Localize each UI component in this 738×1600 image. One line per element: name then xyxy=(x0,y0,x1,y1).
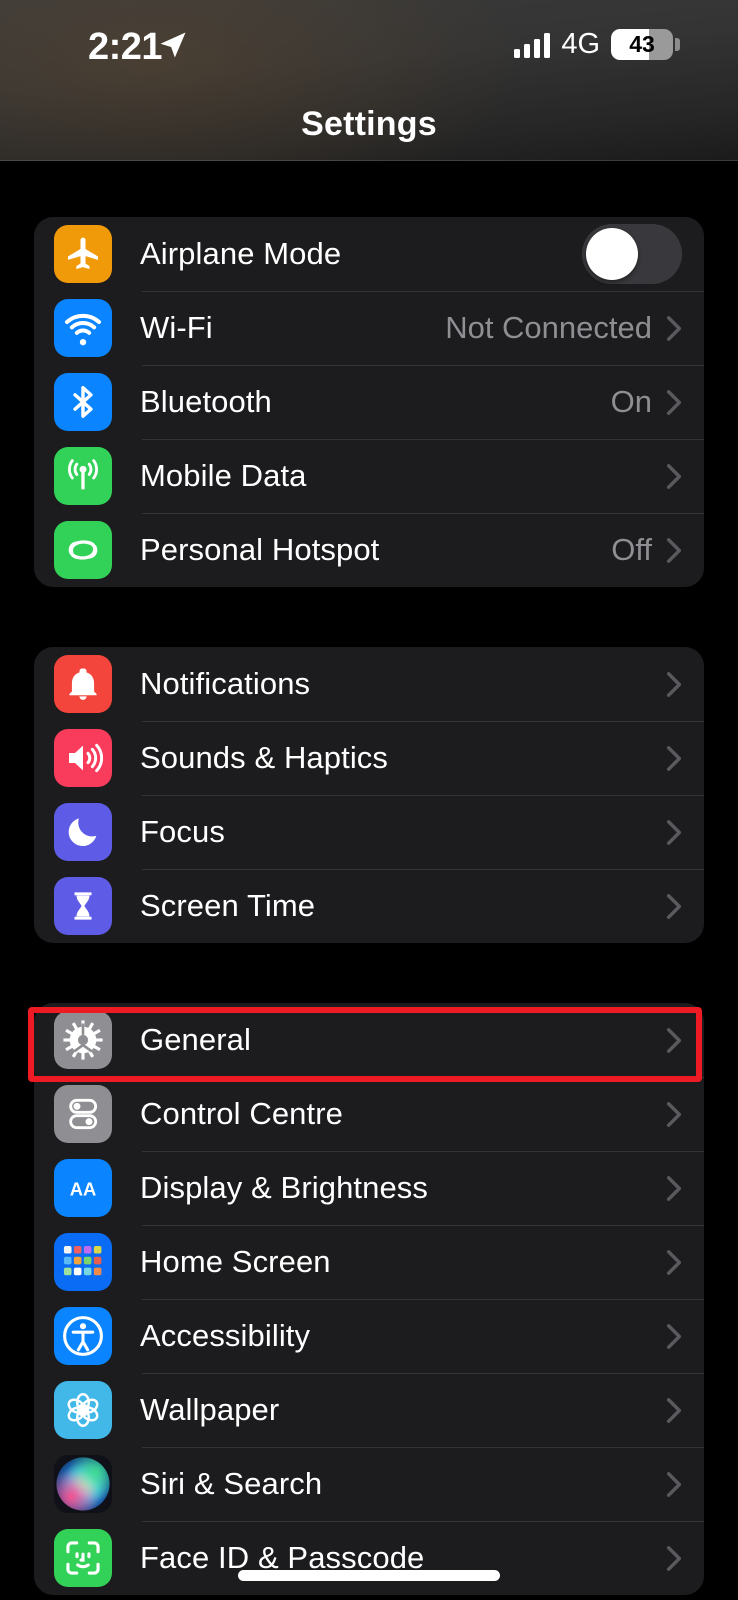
settings-row-label: Accessibility xyxy=(140,1318,311,1353)
chevron-right-icon xyxy=(666,315,682,342)
bluetooth-icon xyxy=(54,373,112,431)
speaker-icon xyxy=(54,729,112,787)
svg-text:AA: AA xyxy=(70,1178,97,1199)
chevron-right-icon xyxy=(666,389,682,416)
chevron-right-icon xyxy=(666,537,682,564)
settings-row-label: Notifications xyxy=(140,666,311,701)
chevron-right-icon xyxy=(666,1027,682,1054)
settings-row-wi-fi[interactable]: Wi-Fi Not Connected xyxy=(34,291,704,365)
battery-percent-label: 43 xyxy=(629,31,655,57)
settings-row-label: Control Centre xyxy=(140,1096,343,1131)
accessibility-person-icon xyxy=(54,1307,112,1365)
settings-group-alerts: Notifications Sounds & Haptics Focus Screen… xyxy=(34,647,704,943)
settings-row-label: Bluetooth xyxy=(140,384,272,419)
status-time: 2:21 xyxy=(88,26,163,68)
chevron-right-icon xyxy=(666,893,682,920)
chevron-right-icon xyxy=(666,745,682,772)
wifi-icon xyxy=(54,299,112,357)
chevron-right-icon xyxy=(666,463,682,490)
location-arrow-icon xyxy=(158,29,188,61)
settings-row-value: On xyxy=(610,384,652,419)
home-indicator[interactable] xyxy=(238,1570,500,1581)
chevron-right-icon xyxy=(666,1323,682,1350)
control-centre-toggles-icon xyxy=(54,1085,112,1143)
settings-row-airplane-mode[interactable]: Airplane Mode xyxy=(34,217,704,291)
moon-icon xyxy=(54,803,112,861)
settings-row-label: Screen Time xyxy=(140,888,316,923)
hourglass-icon xyxy=(54,877,112,935)
settings-row-label: Sounds & Haptics xyxy=(140,740,389,775)
settings-row-label: Display & Brightness xyxy=(140,1170,429,1205)
settings-row-label: Siri & Search xyxy=(140,1466,323,1501)
chevron-right-icon xyxy=(666,1397,682,1424)
bell-icon xyxy=(54,655,112,713)
chevron-right-icon xyxy=(666,1101,682,1128)
settings-row-label: Focus xyxy=(140,814,225,849)
settings-row-accessibility[interactable]: Accessibility xyxy=(34,1299,704,1373)
settings-row-siri-search[interactable]: Siri & Search xyxy=(34,1447,704,1521)
chevron-right-icon xyxy=(666,1545,682,1572)
app-grid-icon xyxy=(54,1233,112,1291)
settings-group-connectivity: Airplane Mode Wi-Fi Not Connected Bluetooth… xyxy=(34,217,704,587)
settings-row-control-centre[interactable]: Control Centre xyxy=(34,1077,704,1151)
settings-row-face-id-passcode[interactable]: Face ID & Passcode xyxy=(34,1521,704,1595)
settings-row-bluetooth[interactable]: Bluetooth On xyxy=(34,365,704,439)
chevron-right-icon xyxy=(666,1175,682,1202)
settings-row-label: Mobile Data xyxy=(140,458,307,493)
settings-row-sounds-haptics[interactable]: Sounds & Haptics xyxy=(34,721,704,795)
settings-list[interactable]: Airplane Mode Wi-Fi Not Connected Bluetooth… xyxy=(0,161,738,1600)
antenna-icon xyxy=(54,447,112,505)
face-id-icon xyxy=(54,1529,112,1587)
battery-body: 43 xyxy=(611,29,673,60)
chevron-right-icon xyxy=(666,1249,682,1276)
settings-row-screen-time[interactable]: Screen Time xyxy=(34,869,704,943)
settings-row-focus[interactable]: Focus xyxy=(34,795,704,869)
page-title: Settings xyxy=(301,105,437,143)
gear-icon xyxy=(54,1011,112,1069)
settings-row-label: Home Screen xyxy=(140,1244,331,1279)
settings-row-mobile-data[interactable]: Mobile Data xyxy=(34,439,704,513)
settings-screen: Settings 2:21 4G 43 Airplane Mode Wi-Fi No… xyxy=(0,0,738,1600)
settings-row-label: Airplane Mode xyxy=(140,236,342,271)
network-type-label: 4G xyxy=(561,28,600,60)
settings-row-display-brightness[interactable]: AA Display & Brightness xyxy=(34,1151,704,1225)
settings-row-label: General xyxy=(140,1022,251,1057)
settings-row-label: Personal Hotspot xyxy=(140,532,380,567)
settings-row-general[interactable]: General xyxy=(34,1003,704,1077)
toggle-knob xyxy=(586,228,638,280)
settings-row-label: Wallpaper xyxy=(140,1392,280,1427)
hotspot-link-icon xyxy=(54,521,112,579)
airplane-icon xyxy=(54,225,112,283)
chevron-right-icon xyxy=(666,671,682,698)
chevron-right-icon xyxy=(666,819,682,846)
settings-row-notifications[interactable]: Notifications xyxy=(34,647,704,721)
settings-row-wallpaper[interactable]: Wallpaper xyxy=(34,1373,704,1447)
siri-orb-icon xyxy=(54,1455,112,1513)
settings-row-value: Not Connected xyxy=(445,310,652,345)
settings-group-system: General Control Centre AA Display & Bright… xyxy=(34,1003,704,1595)
chevron-right-icon xyxy=(666,1471,682,1498)
settings-row-personal-hotspot[interactable]: Personal Hotspot Off xyxy=(34,513,704,587)
settings-row-label: Wi-Fi xyxy=(140,310,213,345)
settings-row-value: Off xyxy=(611,532,652,567)
text-size-aa-icon: AA xyxy=(54,1159,112,1217)
battery-indicator: 43 xyxy=(611,29,680,60)
battery-cap xyxy=(675,38,680,51)
airplane-mode-toggle[interactable] xyxy=(582,224,682,284)
status-right-cluster: 4G 43 xyxy=(514,28,680,61)
settings-row-home-screen[interactable]: Home Screen xyxy=(34,1225,704,1299)
flower-icon xyxy=(54,1381,112,1439)
status-bar: 2:21 4G 43 xyxy=(0,0,738,90)
cellular-signal-icon xyxy=(514,32,551,58)
